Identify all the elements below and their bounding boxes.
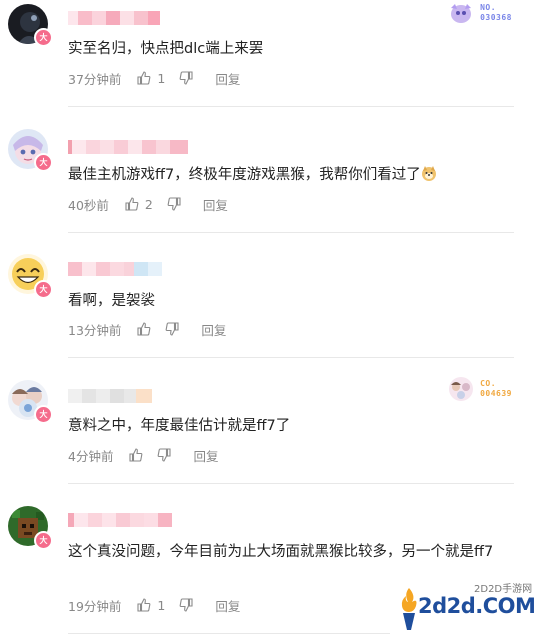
comment-text: 看啊，是袈裟 (68, 293, 155, 309)
reply-button[interactable]: 回复 (201, 320, 226, 339)
torch-logo-icon (401, 588, 417, 630)
thumb-down-icon (167, 197, 181, 211)
comment-text: 实至名归，快点把dlc端上来罢 (68, 41, 264, 57)
fan-medal[interactable]: CO. 004639 (445, 375, 512, 403)
like-count: 1 (157, 70, 166, 86)
thumb-down-icon (166, 322, 179, 336)
level-badge: 大 (34, 28, 53, 47)
comment-time: 4分钟前 (68, 448, 114, 464)
username-blurred[interactable] (68, 389, 152, 403)
username-blurred[interactable] (68, 513, 172, 527)
comment-text: 最佳主机游戏ff7，终极年度游戏黑猴，我帮你们看过了 (68, 163, 508, 188)
dislike-button[interactable] (179, 71, 193, 85)
doge-emoji-icon (421, 166, 436, 181)
site-watermark: 2D2D手游网 2d2d.COM (390, 578, 550, 638)
dislike-button[interactable] (179, 598, 193, 612)
username-blurred[interactable] (68, 140, 188, 154)
dislike-button[interactable] (157, 448, 172, 462)
thumb-up-icon (137, 598, 151, 612)
comment-time: 40秒前 (68, 197, 109, 213)
username-blurred[interactable] (68, 11, 160, 25)
comment-meta: 13分钟前 回复 (68, 320, 226, 338)
comment-time: 37分钟前 (68, 71, 122, 87)
medal-number: NO. 030368 (480, 3, 512, 22)
reply-button[interactable]: 回复 (215, 596, 240, 615)
level-badge: 大 (34, 153, 53, 172)
thumb-down-icon (179, 598, 193, 612)
like-button[interactable]: 2 (125, 197, 153, 212)
divider (68, 106, 514, 107)
username-blurred[interactable] (68, 262, 162, 276)
like-button[interactable]: 1 (137, 71, 165, 86)
watermark-site-name: 2D2D手游网 (474, 584, 533, 595)
watermark-logo-text: 2d2d.COM (418, 594, 536, 618)
divider (68, 232, 514, 233)
dislike-button[interactable] (167, 197, 181, 211)
comment-meta: 19分钟前 1 回复 (68, 596, 240, 614)
medal-number: CO. 004639 (480, 379, 512, 398)
like-count: 2 (144, 196, 153, 212)
level-badge: 大 (34, 531, 53, 550)
comment-time: 19分钟前 (68, 598, 122, 614)
comment-meta: 40秒前 2 回复 (68, 195, 228, 213)
comment-text: 意料之中，年度最佳估计就是ff7了 (68, 418, 291, 434)
like-button[interactable]: 1 (137, 598, 165, 613)
like-count: 1 (157, 597, 166, 613)
reply-button[interactable]: 回复 (215, 69, 240, 88)
medal-avatar-icon (451, 4, 472, 23)
thumb-up-icon (129, 448, 143, 462)
fan-medal[interactable]: NO. 030368 (447, 2, 512, 24)
comment-meta: 4分钟前 回复 (68, 446, 218, 464)
comment-meta: 37分钟前 1 回复 (68, 69, 240, 87)
level-badge: 大 (34, 405, 53, 424)
like-button[interactable] (137, 322, 151, 336)
medal-avatar-icon (449, 377, 474, 401)
thumb-up-icon (125, 197, 139, 211)
divider (68, 483, 514, 484)
thumb-down-icon (158, 448, 172, 462)
thumb-up-icon (137, 71, 151, 85)
comment-time: 13分钟前 (68, 322, 122, 338)
comment-text: 这个真没问题，今年目前为止大场面就黑猴比较多，另一个就是ff7 (68, 544, 494, 560)
dislike-button[interactable] (165, 322, 179, 336)
like-button[interactable] (129, 448, 143, 462)
thumb-down-icon (179, 71, 193, 85)
reply-button[interactable]: 回复 (193, 446, 218, 465)
reply-button[interactable]: 回复 (203, 195, 228, 214)
thumb-up-icon (137, 322, 151, 336)
level-badge: 大 (34, 280, 53, 299)
divider (68, 357, 514, 358)
